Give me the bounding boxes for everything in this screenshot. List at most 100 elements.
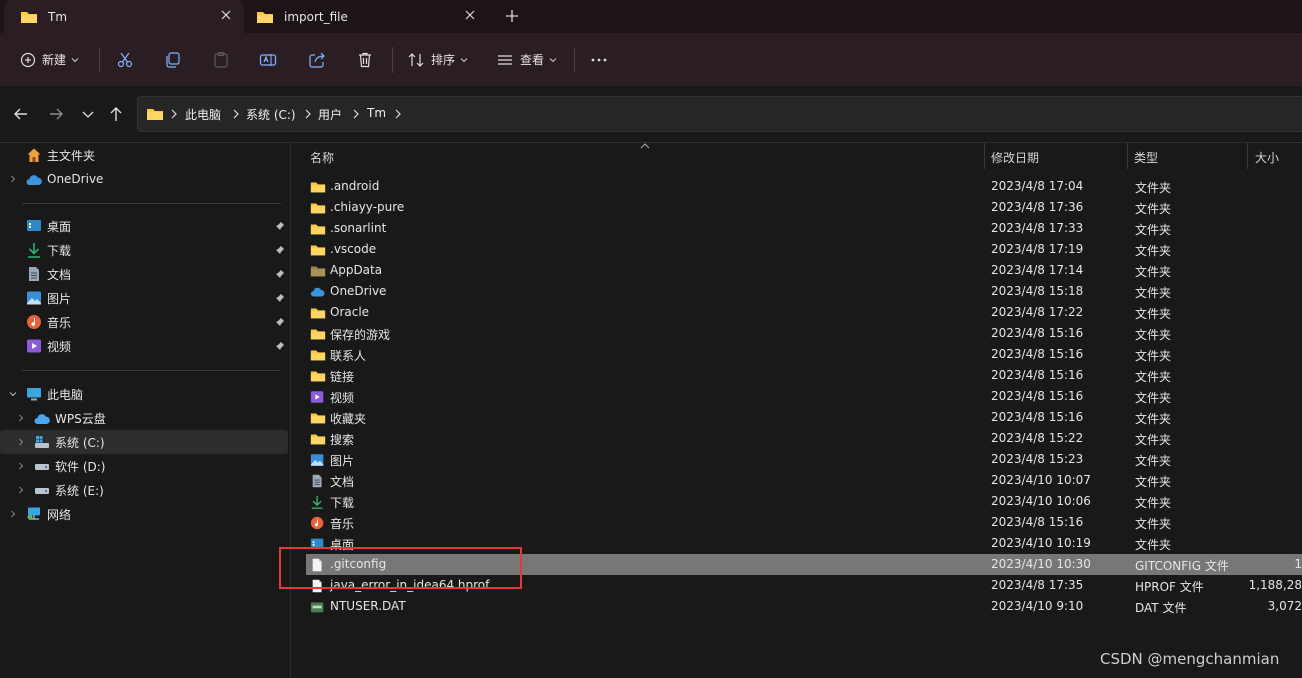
- file-row[interactable]: 搜索 2023/4/8 15:22 文件夹: [306, 428, 1302, 449]
- file-row[interactable]: 视频 2023/4/8 15:16 文件夹: [306, 386, 1302, 407]
- file-type: 文件夹: [1135, 202, 1172, 216]
- sidebar-item-documents[interactable]: 文档: [0, 262, 288, 286]
- file-size: 3,072: [1267, 599, 1302, 613]
- expand-chevron-icon[interactable]: [9, 510, 17, 518]
- column-divider[interactable]: [1247, 143, 1248, 169]
- sidebar-item-label: 系统 (E:): [55, 483, 104, 498]
- view-button[interactable]: 查看: [496, 33, 557, 86]
- cut-button[interactable]: [116, 33, 134, 86]
- file-name: NTUSER.DAT: [330, 599, 406, 613]
- chevron-right-icon[interactable]: [170, 109, 178, 119]
- sidebar-item-label: 桌面: [47, 219, 72, 234]
- tab-tm[interactable]: Tm: [4, 0, 244, 33]
- file-name: .android: [330, 179, 380, 193]
- file-type: 文件夹: [1135, 349, 1172, 363]
- file-row[interactable]: OneDrive 2023/4/8 15:18 文件夹: [306, 281, 1302, 302]
- file-row[interactable]: .chiayy-pure 2023/4/8 17:36 文件夹: [306, 197, 1302, 218]
- file-row[interactable]: 收藏夹 2023/4/8 15:16 文件夹: [306, 407, 1302, 428]
- breadcrumb-item[interactable]: 系统 (C:): [246, 106, 296, 123]
- more-button[interactable]: [590, 33, 608, 86]
- paste-button[interactable]: [212, 33, 230, 86]
- expand-chevron-icon[interactable]: [9, 175, 17, 183]
- address-bar[interactable]: 此电脑 系统 (C:) 用户 Tm: [137, 96, 1302, 132]
- document-icon: [312, 474, 322, 488]
- expand-chevron-icon[interactable]: [17, 462, 25, 470]
- sidebar-item-this-pc[interactable]: 此电脑: [0, 382, 288, 406]
- file-type: 文件夹: [1135, 223, 1172, 237]
- sidebar-item-home[interactable]: 主文件夹: [0, 143, 288, 167]
- new-tab-icon[interactable]: [503, 7, 521, 25]
- breadcrumb-item[interactable]: 用户: [318, 106, 342, 123]
- sidebar-item-drive-d[interactable]: 软件 (D:): [0, 454, 288, 478]
- sidebar-item-label: 此电脑: [47, 387, 84, 402]
- file-row[interactable]: 链接 2023/4/8 15:16 文件夹: [306, 365, 1302, 386]
- file-list: 名称 修改日期 类型 大小 .android 2023/4/8 17:04 文件夹.…: [292, 143, 1302, 678]
- sidebar-item-onedrive[interactable]: OneDrive: [0, 167, 288, 191]
- file-date-modified: 2023/4/8 15:16: [991, 389, 1084, 403]
- column-header-type[interactable]: 类型: [1134, 149, 1158, 166]
- sidebar-item-drive-c[interactable]: 系统 (C:): [0, 430, 288, 454]
- tab-import-file[interactable]: import_file: [240, 0, 488, 33]
- expand-chevron-icon[interactable]: [17, 486, 25, 494]
- file-row[interactable]: NTUSER.DAT 2023/4/10 9:10 DAT 文件 3,072: [306, 596, 1302, 617]
- tab-label: import_file: [284, 9, 348, 24]
- column-header-name[interactable]: 名称: [310, 149, 334, 166]
- sidebar-item-videos[interactable]: 视频: [0, 334, 288, 358]
- copy-button[interactable]: [164, 33, 182, 86]
- file-row[interactable]: Oracle 2023/4/8 17:22 文件夹: [306, 302, 1302, 323]
- file-row[interactable]: 文档 2023/4/10 10:07 文件夹: [306, 470, 1302, 491]
- file-row[interactable]: .sonarlint 2023/4/8 17:33 文件夹: [306, 218, 1302, 239]
- column-header-date[interactable]: 修改日期: [991, 149, 1039, 166]
- expand-chevron-icon[interactable]: [17, 414, 25, 422]
- chevron-right-icon[interactable]: [304, 109, 312, 119]
- close-icon[interactable]: [218, 7, 234, 23]
- expand-chevron-icon[interactable]: [17, 438, 25, 446]
- file-row[interactable]: 联系人 2023/4/8 15:16 文件夹: [306, 344, 1302, 365]
- sidebar-item-desktop[interactable]: 桌面: [0, 214, 288, 238]
- file-row[interactable]: 下载 2023/4/10 10:06 文件夹: [306, 491, 1302, 512]
- file-row[interactable]: AppData 2023/4/8 17:14 文件夹: [306, 260, 1302, 281]
- delete-button[interactable]: [356, 33, 374, 86]
- file-row[interactable]: 音乐 2023/4/8 15:16 文件夹: [306, 512, 1302, 533]
- sidebar-item-network[interactable]: 网络: [0, 502, 288, 526]
- breadcrumb-item[interactable]: Tm: [367, 106, 386, 120]
- pin-icon: [276, 318, 284, 326]
- back-arrow-icon[interactable]: [12, 105, 30, 123]
- chevron-right-icon[interactable]: [394, 109, 402, 119]
- recent-locations-chevron-icon[interactable]: [79, 105, 97, 123]
- sidebar-item-drive-e[interactable]: 系统 (E:): [0, 478, 288, 502]
- collapse-chevron-icon[interactable]: [9, 390, 17, 398]
- chevron-right-icon[interactable]: [232, 109, 240, 119]
- share-button[interactable]: [308, 33, 326, 86]
- file-row[interactable]: .vscode 2023/4/8 17:19 文件夹: [306, 239, 1302, 260]
- sidebar-item-wps-cloud[interactable]: WPS云盘: [0, 406, 288, 430]
- new-button-label: 新建: [42, 53, 67, 67]
- sidebar-item-pictures[interactable]: 图片: [0, 286, 288, 310]
- file-row[interactable]: 保存的游戏 2023/4/8 15:16 文件夹: [306, 323, 1302, 344]
- file-date-modified: 2023/4/8 15:16: [991, 326, 1084, 340]
- music-icon: [310, 516, 324, 530]
- chevron-down-icon: [71, 57, 79, 62]
- breadcrumb-item[interactable]: 此电脑: [185, 106, 221, 123]
- forward-arrow-icon[interactable]: [47, 105, 65, 123]
- up-arrow-icon[interactable]: [107, 105, 125, 123]
- file-name: 视频: [330, 391, 355, 405]
- folder-icon: [310, 350, 326, 361]
- tab-bar: Tm import_file: [0, 0, 1302, 33]
- column-divider[interactable]: [984, 143, 985, 169]
- file-type: 文件夹: [1135, 181, 1172, 195]
- file-name: .vscode: [330, 242, 377, 256]
- file-row[interactable]: .android 2023/4/8 17:04 文件夹: [306, 176, 1302, 197]
- sort-button[interactable]: 排序: [407, 33, 468, 86]
- sidebar-item-downloads[interactable]: 下载: [0, 238, 288, 262]
- rename-button[interactable]: [259, 33, 277, 86]
- file-row[interactable]: 图片 2023/4/8 15:23 文件夹: [306, 449, 1302, 470]
- new-button[interactable]: 新建: [20, 33, 79, 86]
- chevron-right-icon[interactable]: [352, 109, 360, 119]
- sidebar-item-label: 图片: [47, 291, 72, 306]
- sidebar-item-music[interactable]: 音乐: [0, 310, 288, 334]
- sort-icon: [408, 52, 424, 67]
- close-icon[interactable]: [462, 7, 478, 23]
- column-header-size[interactable]: 大小: [1255, 149, 1279, 166]
- column-divider[interactable]: [1127, 143, 1128, 169]
